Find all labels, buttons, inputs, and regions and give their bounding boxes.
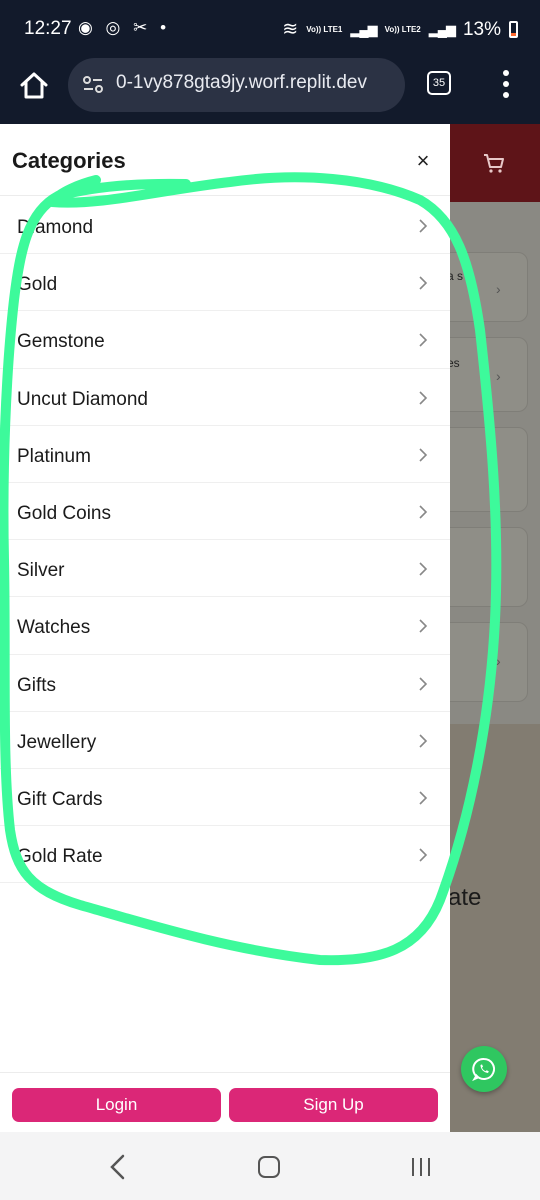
chevron-right-icon — [419, 848, 428, 862]
browser-toolbar: 0-1vy878gta9jy.worf.replit.dev 35 — [0, 58, 540, 124]
tabs-button[interactable]: 35 — [427, 71, 451, 95]
background-card — [440, 527, 528, 607]
category-item[interactable]: Gemstone — [0, 311, 450, 369]
category-item[interactable]: Jewellery — [0, 712, 450, 769]
category-label: Silver — [17, 560, 65, 582]
category-label: Gift Cards — [17, 788, 103, 810]
chevron-right-icon — [419, 219, 428, 233]
category-item[interactable]: Uncut Diamond — [0, 369, 450, 426]
category-label: Jewellery — [17, 731, 97, 753]
category-label: Platinum — [17, 445, 91, 467]
status-bar: 12:27 ◉ ◎ ✂ • ≋ Vo)) LTE1 ▂▄▆ Vo)) LTE2 … — [0, 0, 540, 58]
chevron-right-icon — [419, 448, 428, 462]
category-label: Gold Rate — [17, 846, 103, 868]
login-button[interactable]: Login — [12, 1088, 221, 1122]
background-card: › — [440, 622, 528, 702]
url-bar[interactable]: 0-1vy878gta9jy.worf.replit.dev — [68, 58, 405, 112]
background-card: es › — [440, 337, 528, 412]
signup-button[interactable]: Sign Up — [229, 1088, 438, 1122]
chevron-right-icon — [419, 276, 428, 290]
background-card — [440, 427, 528, 512]
chevron-right-icon — [419, 390, 428, 405]
whatsapp-icon — [472, 1057, 495, 1082]
home-button[interactable] — [18, 70, 50, 102]
system-nav-bar — [0, 1132, 540, 1200]
category-label: Gemstone — [17, 331, 105, 353]
battery-icon — [509, 21, 518, 38]
more-menu-button[interactable] — [496, 67, 516, 101]
category-item[interactable]: Gold Coins — [0, 483, 450, 541]
more-menu-icon — [503, 69, 509, 76]
category-label: Diamond — [17, 217, 94, 238]
close-icon[interactable]: × — [414, 150, 432, 172]
category-item[interactable]: Gifts — [0, 655, 450, 712]
chevron-right-icon: › — [496, 281, 501, 297]
site-info-icon[interactable] — [82, 74, 104, 96]
category-item[interactable]: Watches — [0, 597, 450, 655]
category-label: Watches — [17, 617, 91, 639]
category-label: Gold Coins — [17, 502, 111, 524]
chevron-right-icon — [419, 505, 428, 519]
signal-icon: ▂▄▆ — [350, 21, 377, 37]
category-label: Gifts — [17, 674, 57, 696]
status-time: 12:27 — [24, 18, 72, 39]
category-item[interactable]: Gold — [0, 254, 450, 312]
category-label: Uncut Diamond — [17, 388, 148, 410]
notification-icons: ◉ ◎ ✂ • — [78, 18, 171, 37]
whatsapp-button[interactable] — [461, 1046, 507, 1092]
drawer-header: Categories × — [0, 124, 450, 196]
chevron-right-icon: › — [496, 368, 501, 384]
chevron-right-icon — [419, 676, 428, 691]
battery-percent: 13% — [462, 18, 501, 40]
sim2-label: Vo)) LTE2 — [384, 24, 421, 34]
cart-icon[interactable] — [482, 151, 506, 175]
nav-back-icon[interactable] — [108, 1154, 128, 1180]
status-right: ≋ Vo)) LTE1 ▂▄▆ Vo)) LTE2 ▂▄▆ 13% — [282, 18, 518, 41]
category-item[interactable]: Platinum — [0, 426, 450, 483]
url-text: 0-1vy878gta9jy.worf.replit.dev — [116, 72, 367, 93]
drawer-title: Categories — [12, 148, 126, 173]
drawer-footer: Login Sign Up — [0, 1072, 450, 1132]
categories-drawer: Categories × Diamond Gold Gemstone Uncut Di… — [0, 124, 450, 1132]
category-item[interactable]: Gold Rate — [0, 826, 450, 884]
chevron-right-icon — [419, 791, 428, 805]
category-item[interactable]: Diamond — [0, 197, 450, 255]
wifi-icon: ≋ — [282, 19, 299, 40]
chevron-right-icon — [419, 734, 428, 748]
nav-home-icon[interactable] — [258, 1156, 280, 1178]
category-list: Diamond Gold Gemstone Uncut Diamond Platinum… — [0, 197, 450, 884]
category-label: Gold — [17, 274, 58, 296]
background-rate-text: ate — [448, 884, 482, 911]
category-item[interactable]: Silver — [0, 540, 450, 598]
category-item[interactable]: Gift Cards — [0, 769, 450, 827]
chevron-right-icon: › — [496, 653, 501, 669]
nav-recents-icon[interactable] — [410, 1156, 432, 1178]
chevron-right-icon — [419, 619, 428, 633]
chevron-right-icon — [419, 333, 428, 347]
sim1-label: Vo)) LTE1 — [306, 24, 343, 34]
signal-icon-2: ▂▄▆ — [428, 21, 456, 37]
chevron-right-icon — [419, 562, 428, 576]
background-card: a s › — [440, 252, 528, 322]
home-icon — [20, 72, 48, 99]
